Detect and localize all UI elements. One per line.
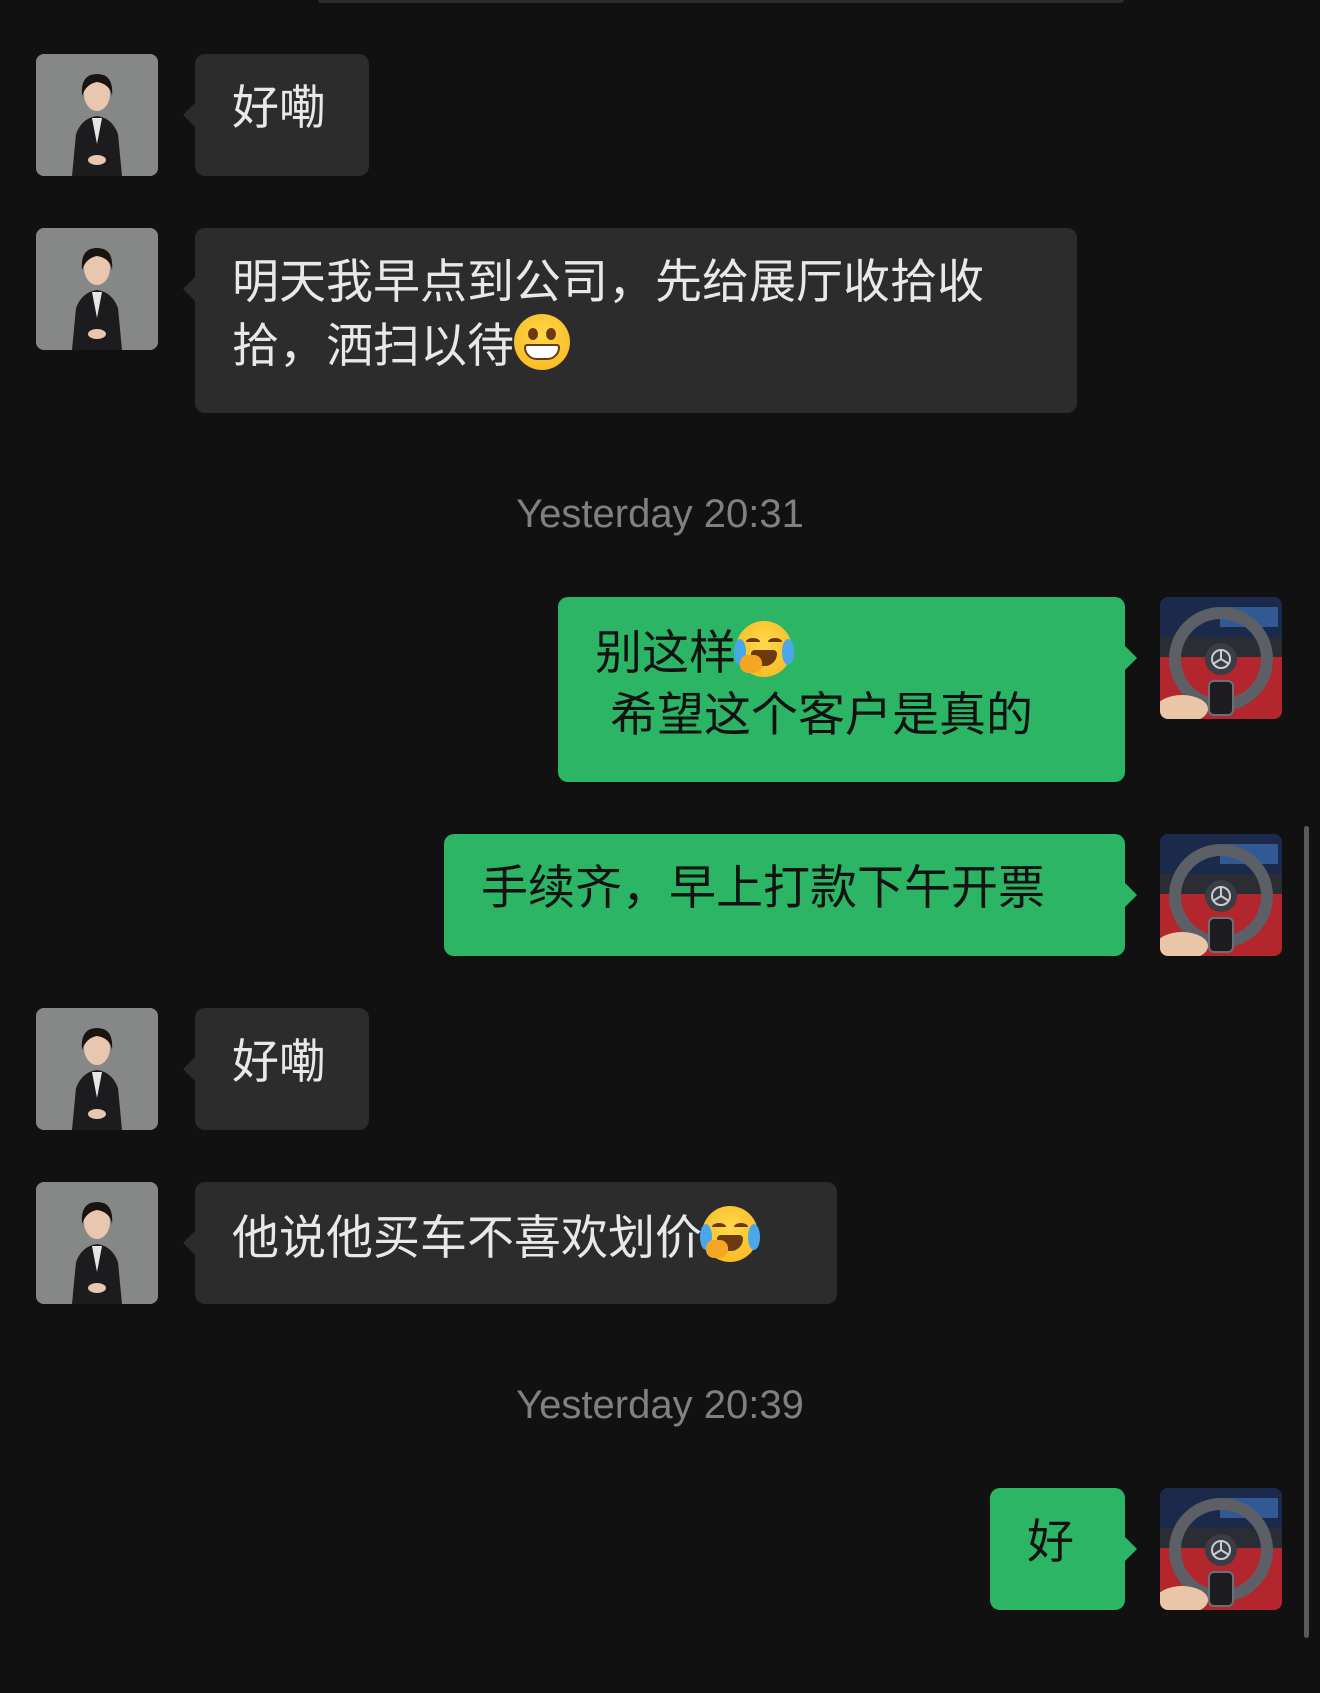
loudly-crying-face-emoji xyxy=(700,1206,760,1262)
message-text-line: 别这样 xyxy=(595,621,1088,685)
outgoing-message-bubble[interactable]: 好 xyxy=(990,1488,1137,1610)
message-text: 别这样 xyxy=(595,626,736,681)
message-timestamp: Yesterday 20:31 xyxy=(516,492,804,536)
message-text: 好嘞 xyxy=(232,81,326,136)
contact-avatar[interactable] xyxy=(36,54,158,176)
chat-view[interactable]: 好嘞 明天我早点到公司，先给展厅收拾收 拾，洒扫以待 Yesterday 20:… xyxy=(0,0,1320,1693)
my-avatar[interactable] xyxy=(1160,597,1282,719)
message-text: 拾，洒扫以待 xyxy=(232,319,514,374)
contact-avatar[interactable] xyxy=(36,228,158,350)
my-avatar[interactable] xyxy=(1160,1488,1282,1610)
message-text-line: 拾，洒扫以待 xyxy=(232,314,1040,378)
incoming-message-bubble[interactable]: 好嘞 xyxy=(183,54,369,176)
grinning-face-emoji xyxy=(514,314,570,370)
contact-avatar[interactable] xyxy=(36,1182,158,1304)
my-avatar-image xyxy=(1160,834,1282,956)
message-timestamp: Yesterday 20:39 xyxy=(516,1383,804,1427)
my-avatar-image xyxy=(1160,1488,1282,1610)
incoming-message-bubble[interactable]: 好嘞 xyxy=(183,1008,369,1130)
scrollbar[interactable] xyxy=(1304,826,1309,1638)
outgoing-message-bubble[interactable]: 别这样 希望这个客户是真的 xyxy=(558,597,1137,782)
contact-avatar[interactable] xyxy=(36,1008,158,1130)
incoming-message-bubble[interactable]: 明天我早点到公司，先给展厅收拾收 拾，洒扫以待 xyxy=(183,228,1077,413)
loudly-crying-face-emoji xyxy=(734,621,794,677)
message-text-line: 他说他买车不喜欢划价 xyxy=(232,1206,800,1270)
previous-message-edge xyxy=(318,0,1124,3)
incoming-message-bubble[interactable]: 他说他买车不喜欢划价 xyxy=(183,1182,837,1304)
outgoing-message-bubble[interactable]: 手续齐，早上打款下午开票 xyxy=(444,834,1137,956)
my-avatar[interactable] xyxy=(1160,834,1282,956)
message-text: 手续齐，早上打款下午开票 xyxy=(481,861,1045,916)
my-avatar-image xyxy=(1160,597,1282,719)
contact-avatar-image xyxy=(36,228,158,350)
contact-avatar-image xyxy=(36,1008,158,1130)
message-text: 好 xyxy=(1027,1515,1074,1570)
message-text: 好嘞 xyxy=(232,1035,326,1090)
message-text: 希望这个客户是真的 xyxy=(595,688,1033,743)
contact-avatar-image xyxy=(36,54,158,176)
message-text: 他说他买车不喜欢划价 xyxy=(232,1211,702,1266)
contact-avatar-image xyxy=(36,1182,158,1304)
message-text: 明天我早点到公司，先给展厅收拾收 xyxy=(232,255,984,310)
